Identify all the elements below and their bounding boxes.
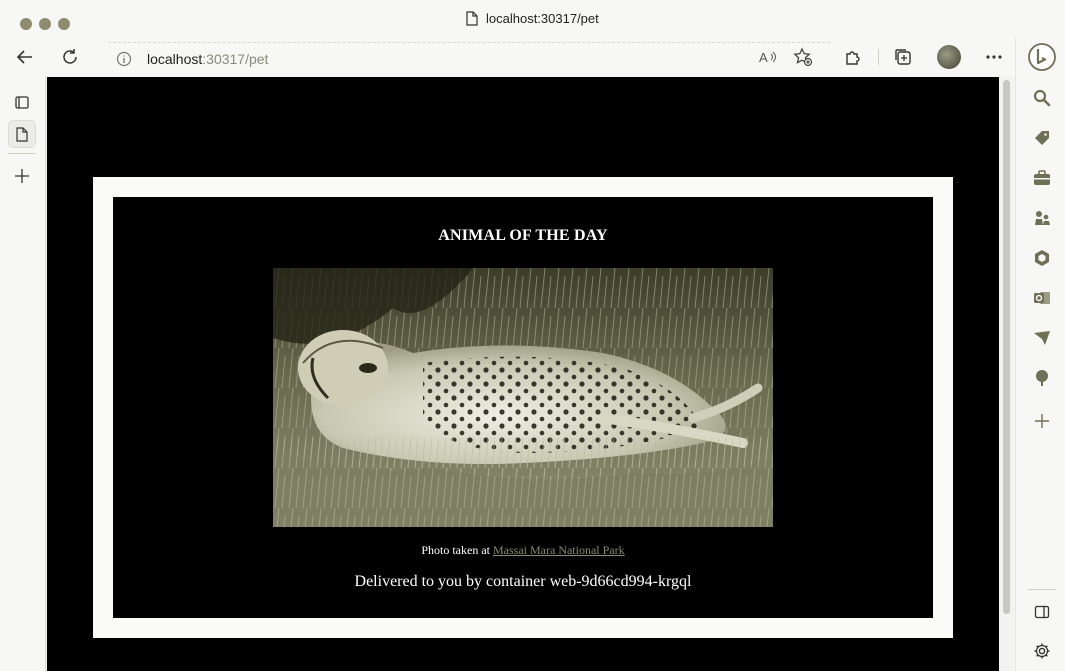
cheetah-image bbox=[273, 268, 773, 527]
collections-icon[interactable] bbox=[890, 44, 916, 70]
page-title: ANIMAL OF THE DAY bbox=[438, 227, 608, 244]
tab-current-page[interactable] bbox=[8, 120, 36, 148]
back-arrow-icon[interactable] bbox=[12, 44, 38, 70]
search-icon[interactable] bbox=[1029, 85, 1055, 111]
minimize-window-button[interactable] bbox=[39, 18, 51, 30]
add-favorite-icon[interactable] bbox=[790, 44, 816, 70]
outlook-icon[interactable] bbox=[1029, 285, 1055, 311]
caption-prefix: Photo taken at bbox=[421, 543, 493, 557]
window-title-text: localhost:30317/pet bbox=[486, 10, 599, 26]
park-link[interactable]: Massai Mara National Park bbox=[493, 543, 625, 557]
more-icon[interactable] bbox=[981, 44, 1007, 70]
close-window-button[interactable] bbox=[20, 18, 32, 30]
new-tab-icon[interactable] bbox=[8, 162, 36, 190]
settings-gear-icon[interactable] bbox=[1029, 638, 1055, 664]
microsoft-365-icon[interactable] bbox=[1029, 245, 1055, 271]
window-titlebar: localhost:30317/pet bbox=[0, 0, 1065, 38]
vertical-tabs-bar bbox=[0, 76, 46, 671]
profile-avatar[interactable] bbox=[937, 45, 961, 69]
animal-card: ANIMAL OF THE DAY Photo taken at Massai … bbox=[113, 197, 933, 618]
add-sidebar-app-icon[interactable] bbox=[1029, 408, 1055, 434]
info-icon[interactable] bbox=[116, 51, 132, 72]
container-info: Delivered to you by container web-9d66cd… bbox=[354, 573, 692, 590]
address-bar[interactable]: localhost:30317/pet bbox=[108, 42, 830, 72]
url-path: :30317/pet bbox=[202, 51, 269, 67]
animal-photo bbox=[273, 268, 773, 527]
url-host: localhost bbox=[147, 51, 203, 67]
hide-sidebar-icon[interactable] bbox=[1029, 599, 1055, 625]
photo-caption: Photo taken at Massai Mara National Park bbox=[113, 543, 933, 558]
window-title: localhost:30317/pet bbox=[466, 9, 599, 27]
bing-icon[interactable] bbox=[1027, 42, 1057, 72]
tabs-separator bbox=[8, 153, 36, 154]
sidebar-separator bbox=[1028, 589, 1056, 590]
tab-actions-icon[interactable] bbox=[8, 88, 36, 116]
browser-toolbar: localhost:30317/pet A bbox=[0, 38, 1065, 76]
send-icon[interactable] bbox=[1029, 325, 1055, 351]
content-frame: ANIMAL OF THE DAY Photo taken at Massai … bbox=[93, 177, 953, 638]
tools-briefcase-icon[interactable] bbox=[1029, 165, 1055, 191]
refresh-icon[interactable] bbox=[57, 44, 83, 70]
shopping-tag-icon[interactable] bbox=[1029, 125, 1055, 151]
games-chess-icon[interactable] bbox=[1029, 205, 1055, 231]
svg-text:A: A bbox=[759, 50, 768, 65]
page-viewport: ANIMAL OF THE DAY Photo taken at Massai … bbox=[47, 77, 999, 671]
edge-sidebar bbox=[1015, 38, 1065, 671]
tree-icon[interactable] bbox=[1029, 365, 1055, 391]
toolbar-separator bbox=[878, 49, 879, 65]
page-scrollbar-thumb[interactable] bbox=[1003, 80, 1010, 614]
read-aloud-icon[interactable]: A bbox=[755, 44, 781, 70]
address-url: localhost:30317/pet bbox=[147, 51, 268, 67]
maximize-window-button[interactable] bbox=[58, 18, 70, 30]
extensions-icon[interactable] bbox=[840, 44, 866, 70]
page-icon bbox=[466, 10, 478, 26]
